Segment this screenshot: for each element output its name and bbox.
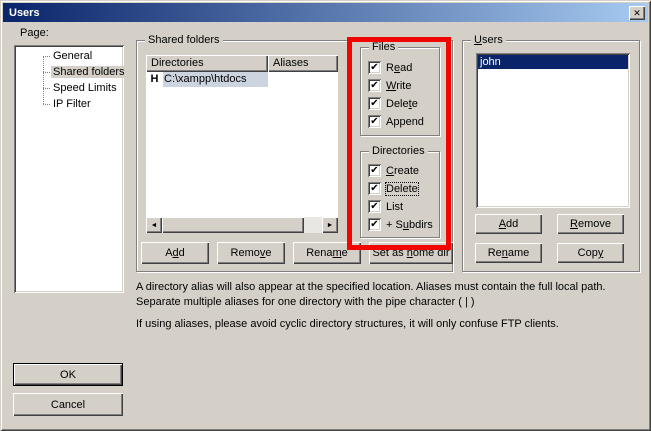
scroll-left-icon[interactable]: ◄ (146, 217, 162, 233)
alias-notes: A directory alias will also appear at th… (136, 280, 634, 339)
horizontal-scrollbar[interactable]: ◄ ► (146, 217, 338, 233)
table-row[interactable]: H C:\xampp\htdocs (146, 72, 338, 87)
column-header-aliases[interactable]: Aliases (268, 55, 338, 72)
page-tree[interactable]: General Shared folders Speed Limits IP F… (14, 45, 124, 293)
directories-list-header: Directories Aliases (146, 55, 338, 72)
page-item-general[interactable]: General (14, 48, 124, 64)
list-item[interactable]: john (478, 55, 628, 69)
page-item-speed-limits[interactable]: Speed Limits (14, 80, 124, 96)
remove-folder-button[interactable]: Remove (217, 242, 285, 264)
annotation-highlight-box (347, 37, 451, 250)
shared-folders-group-label: Shared folders (145, 34, 223, 46)
add-user-button[interactable]: Add (475, 214, 542, 234)
directories-listview[interactable]: Directories Aliases H C:\xampp\htdocs ◄ … (146, 55, 338, 233)
close-icon[interactable]: ✕ (629, 6, 645, 20)
cancel-button[interactable]: Cancel (13, 393, 123, 416)
scroll-right-icon[interactable]: ► (322, 217, 338, 233)
home-flag: H (146, 72, 163, 87)
page-item-ip-filter[interactable]: IP Filter (14, 96, 124, 112)
ok-button[interactable]: OK (13, 363, 123, 386)
page-item-shared-folders[interactable]: Shared folders (14, 64, 124, 80)
add-folder-button[interactable]: Add (141, 242, 209, 264)
column-header-directories[interactable]: Directories (146, 55, 268, 72)
users-listbox[interactable]: john (476, 53, 630, 208)
note-paragraph: If using aliases, please avoid cyclic di… (136, 317, 634, 332)
page-label: Page: (20, 27, 49, 39)
title-bar[interactable]: Users ✕ (3, 3, 648, 22)
directories-list-body: H C:\xampp\htdocs (146, 72, 338, 217)
users-dialog: Users ✕ Page: General Shared folders Spe… (0, 0, 651, 431)
directory-cell: C:\xampp\htdocs (163, 72, 268, 87)
users-group-label: Users (471, 34, 506, 46)
rename-user-button[interactable]: Rename (475, 243, 542, 263)
copy-user-button[interactable]: Copy (557, 243, 624, 263)
remove-user-button[interactable]: Remove (557, 214, 624, 234)
note-paragraph: A directory alias will also appear at th… (136, 280, 634, 310)
scrollbar-thumb[interactable] (162, 217, 304, 233)
window-title: Users (9, 7, 629, 19)
